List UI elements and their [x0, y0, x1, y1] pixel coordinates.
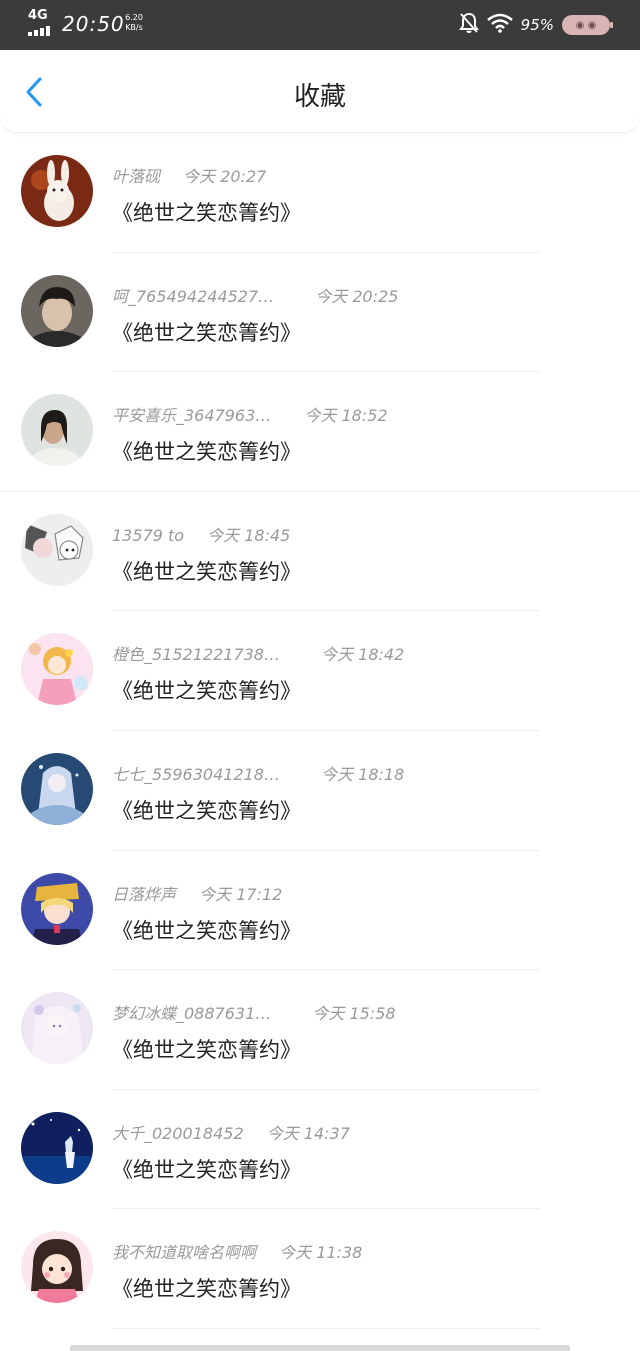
status-time: 20:50	[62, 12, 125, 36]
network-type: 4G	[28, 8, 48, 23]
item-meta: 日落烨声 今天 17:12	[112, 881, 282, 905]
candy-icon: ◉ ◉	[575, 19, 597, 31]
signal-indicator: 4G	[28, 8, 54, 36]
list-item[interactable]: 橙色_51521221738… 今天 18:42 《绝世之笑恋箐约》	[0, 611, 640, 731]
favorite-content: 《绝世之笑恋箐约》	[112, 1157, 301, 1182]
avatar[interactable]	[21, 394, 93, 467]
list-item[interactable]: 七七_55963041218… 今天 18:18 《绝世之笑恋箐约》	[0, 731, 640, 851]
user-name: 我不知道取啥名啊啊	[112, 1243, 257, 1263]
avatar[interactable]	[21, 872, 93, 945]
user-name: 呵_765494244527…	[112, 286, 275, 306]
user-name: 13579 to	[112, 525, 185, 545]
network-speed: 6.20 KB/s	[122, 13, 146, 33]
favorite-content: 《绝世之笑恋箐约》	[112, 679, 301, 704]
item-meta: 七七_55963041218… 今天 18:18	[112, 761, 404, 785]
avatar[interactable]	[21, 752, 93, 825]
avatar[interactable]	[21, 1111, 93, 1184]
user-name: 日落烨声	[112, 884, 177, 904]
favorite-content: 《绝世之笑恋箐约》	[112, 1038, 301, 1063]
item-meta: 大千_020018452 今天 14:37	[112, 1120, 350, 1144]
favorite-content: 《绝世之笑恋箐约》	[112, 320, 301, 345]
favorite-time: 今天 17:12	[199, 884, 283, 904]
battery-percent: 95%	[520, 16, 554, 34]
list-item[interactable]: 13579 to 今天 18:45 《绝世之笑恋箐约》	[0, 492, 640, 612]
status-bar: 4G 20:50 6.20 KB/s 95% ◉ ◉	[0, 0, 640, 50]
next-item-edge	[70, 1345, 570, 1351]
list-item[interactable]: 日落烨声 今天 17:12 《绝世之笑恋箐约》	[0, 851, 640, 971]
list-item[interactable]: 我不知道取啥名啊啊 今天 11:38 《绝世之笑恋箐约》	[0, 1209, 640, 1329]
network-speed-value: 6.20	[125, 13, 143, 22]
favorite-time: 今天 18:45	[207, 525, 291, 545]
item-meta: 13579 to 今天 18:45	[112, 522, 290, 546]
wifi-icon	[486, 13, 513, 37]
page-title: 收藏	[293, 82, 346, 112]
battery-icon: ◉ ◉	[562, 15, 613, 35]
favorite-time: 今天 14:37	[266, 1123, 350, 1143]
avatar[interactable]	[21, 1231, 93, 1304]
favorites-list: 叶落砚 今天 20:27 《绝世之笑恋箐约》 呵_765494244527… 今…	[0, 133, 640, 1329]
network-speed-unit: KB/s	[125, 23, 143, 32]
favorite-time: 今天 11:38	[279, 1243, 363, 1263]
divider	[112, 1327, 540, 1329]
favorite-content: 《绝世之笑恋箐约》	[112, 918, 301, 943]
avatar[interactable]	[21, 633, 93, 706]
avatar[interactable]	[21, 155, 93, 227]
favorite-time: 今天 18:52	[304, 406, 388, 426]
favorite-content: 《绝世之笑恋箐约》	[112, 440, 301, 465]
list-item[interactable]: 大千_020018452 今天 14:37 《绝世之笑恋箐约》	[0, 1090, 640, 1210]
item-meta: 我不知道取啥名啊啊 今天 11:38	[112, 1239, 362, 1263]
item-meta: 橙色_51521221738… 今天 18:42	[112, 641, 404, 665]
favorite-content: 《绝世之笑恋箐约》	[112, 201, 301, 225]
mute-bell-icon	[458, 12, 479, 38]
favorite-content: 《绝世之笑恋箐约》	[112, 798, 301, 823]
favorite-content: 《绝世之笑恋箐约》	[112, 1277, 301, 1302]
list-item[interactable]: 平安喜乐_3647963… 今天 18:52 《绝世之笑恋箐约》	[0, 372, 640, 492]
user-name: 橙色_51521221738…	[112, 645, 280, 665]
header: 收藏	[0, 50, 640, 133]
signal-bars-icon	[28, 26, 52, 36]
avatar[interactable]	[21, 274, 93, 347]
item-meta: 呵_765494244527… 今天 20:25	[112, 283, 398, 307]
item-meta: 叶落砚 今天 20:27	[112, 163, 266, 187]
user-name: 七七_55963041218…	[112, 764, 280, 784]
favorite-time: 今天 20:25	[315, 286, 399, 306]
favorite-time: 今天 18:18	[321, 764, 405, 784]
user-name: 梦幻冰蝶_0887631…	[112, 1004, 272, 1024]
favorite-time: 今天 20:27	[183, 167, 267, 186]
avatar[interactable]	[21, 513, 93, 586]
item-meta: 梦幻冰蝶_0887631… 今天 15:58	[112, 1000, 396, 1024]
list-item[interactable]: 叶落砚 今天 20:27 《绝世之笑恋箐约》	[0, 133, 640, 253]
user-name: 平安喜乐_3647963…	[112, 406, 272, 426]
item-meta: 平安喜乐_3647963… 今天 18:52	[112, 402, 388, 426]
favorite-time: 今天 18:42	[321, 645, 405, 665]
user-name: 叶落砚	[112, 167, 161, 186]
list-item[interactable]: 呵_765494244527… 今天 20:25 《绝世之笑恋箐约》	[0, 253, 640, 373]
user-name: 大千_020018452	[112, 1123, 244, 1143]
list-item[interactable]: 梦幻冰蝶_0887631… 今天 15:58 《绝世之笑恋箐约》	[0, 970, 640, 1090]
favorite-content: 《绝世之笑恋箐约》	[112, 559, 301, 584]
favorite-time: 今天 15:58	[312, 1004, 396, 1024]
avatar[interactable]	[21, 992, 93, 1065]
